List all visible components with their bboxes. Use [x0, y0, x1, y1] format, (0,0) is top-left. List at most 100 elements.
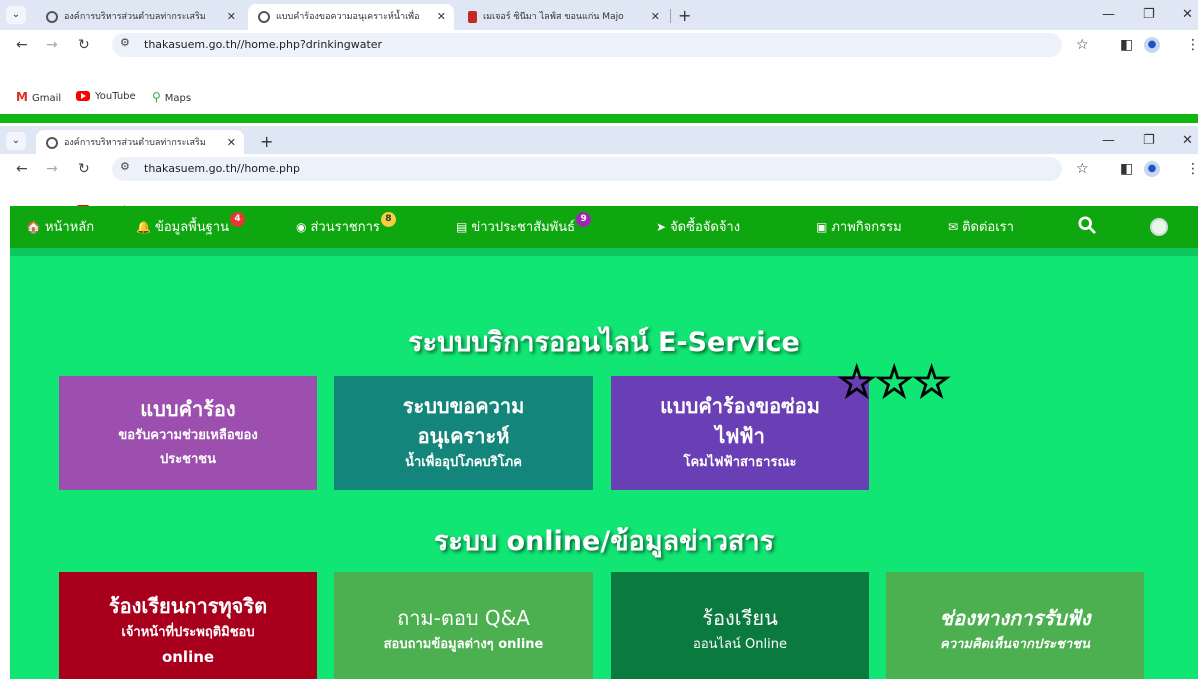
nav-basic-info[interactable]: 🔔 ข้อมูลพื้นฐาน4 [136, 206, 245, 248]
back-icon[interactable]: ← [16, 30, 28, 60]
nav-home[interactable]: 🏠 หน้าหลัก [26, 206, 94, 248]
bookmark-star-icon[interactable]: ☆ [1076, 30, 1089, 60]
tab-search-button[interactable]: ⌄ [6, 6, 26, 24]
badge-count: 4 [230, 212, 245, 227]
eservice-heading: ระบบบริการออนไลน์ E-Service [408, 327, 800, 358]
card-petition[interactable]: แบบคำร้อง ขอรับความช่วยเหลือของ ประชาชน [59, 376, 317, 490]
site-info-icon[interactable]: ⚙ [120, 36, 130, 49]
tab-divider [670, 9, 671, 23]
back-icon[interactable]: ← [16, 154, 28, 184]
avatar[interactable] [1150, 218, 1168, 236]
youtube-icon [76, 91, 90, 101]
url-field[interactable]: ⚙ thakasuem.go.th//home.php?drinkingwate… [112, 33, 1062, 57]
sidepanel-icon[interactable]: ◧ [1120, 30, 1133, 60]
address-bar-second: ← → ↻ ⚙ thakasuem.go.th//home.php ☆ ◧ ● … [0, 154, 1198, 184]
sidepanel-icon[interactable]: ◧ [1120, 154, 1133, 184]
card-subtitle: ความคิดเห็นจากประชาชน [940, 636, 1090, 652]
url-field[interactable]: ⚙ thakasuem.go.th//home.php [112, 157, 1062, 181]
card-complaint-online[interactable]: ร้องเรียน ออนไลน์ Online [611, 572, 869, 679]
restore-icon[interactable]: ❐ [1143, 0, 1155, 30]
card-title: ช่องทางการรับฟัง [939, 605, 1091, 630]
bookmark-star-icon[interactable]: ☆ [1076, 154, 1089, 184]
tab-search-button[interactable]: ⌄ [6, 132, 26, 150]
card-electric-repair[interactable]: แบบคำร้องขอซ่อม ไฟฟ้า โคมไฟฟ้าสาธารณะ [611, 376, 869, 490]
card-feedback-channel[interactable]: ช่องทางการรับฟัง ความคิดเห็นจากประชาชน [886, 572, 1144, 679]
address-bar-top: ← → ↻ ⚙ thakasuem.go.th//home.php?drinki… [0, 30, 1198, 60]
tab-strip-second: ⌄ องค์การบริหารส่วนตำบลท่ากระเสริม ✕ + —… [0, 126, 1198, 156]
profile-icon[interactable]: ● [1144, 161, 1160, 177]
paper-plane-icon: ➤ [656, 220, 667, 234]
card-title: แบบคำร้องขอซ่อม [660, 394, 820, 418]
envelope-icon: ✉ [948, 220, 959, 234]
card-subtitle: สอบถามข้อมูลต่างๆ online [383, 636, 544, 652]
bookmark-youtube[interactable]: YouTube [76, 86, 136, 108]
close-tab-icon[interactable]: ✕ [227, 130, 236, 156]
card-title: ถาม-ตอบ Q&A [397, 605, 530, 630]
maps-icon: ⚲ [152, 90, 161, 104]
minimize-icon[interactable]: — [1102, 0, 1115, 30]
badge-count: 8 [380, 212, 396, 227]
nav-departments[interactable]: ◉ ส่วนราชการ8 [296, 206, 396, 248]
image-icon: ▣ [816, 220, 828, 234]
card-subtitle: โคมไฟฟ้าสาธารณะ [683, 455, 797, 470]
tab-strip-top: ⌄ องค์การบริหารส่วนตำบลท่ากระเสริม ✕ แบบ… [0, 0, 1198, 30]
card-title: ร้องเรียนการทุจริต [108, 593, 268, 618]
close-tab-icon[interactable]: ✕ [227, 4, 236, 30]
site-info-icon[interactable]: ⚙ [120, 160, 130, 173]
profile-icon[interactable]: ● [1144, 37, 1160, 53]
close-window-icon[interactable]: ✕ [1182, 126, 1193, 156]
new-tab-icon[interactable]: + [678, 4, 691, 28]
main-content: ระบบบริการออนไลน์ E-Service แบบคำร้อง ขอ… [10, 248, 1198, 679]
nav-procurement[interactable]: ➤ จัดซื้อจัดจ้าง [656, 206, 740, 248]
nav-news[interactable]: ▤ ข่าวประชาสัมพันธ์9 [456, 206, 592, 248]
menu-dots-icon[interactable]: ⋮ [1186, 30, 1198, 60]
tab-2-active[interactable]: แบบคำร้องขอความอนุเคราะห์น้ำเพื่อ ✕ [248, 4, 454, 30]
globe-icon [46, 136, 58, 149]
card-title: ร้องเรียน [702, 605, 778, 630]
reload-icon[interactable]: ↻ [78, 154, 90, 184]
forward-icon[interactable]: → [46, 154, 58, 184]
bookmark-gmail[interactable]: MGmail [16, 86, 61, 110]
menu-dots-icon[interactable]: ⋮ [1186, 154, 1198, 184]
bell-icon: 🔔 [136, 220, 151, 234]
card-subtitle: ขอรับความช่วยเหลือของ [118, 428, 258, 443]
card-corruption-report[interactable]: ร้องเรียนการทุจริต เจ้าหน้าที่ประพฤติมิช… [59, 572, 317, 679]
card-subtitle: เจ้าหน้าที่ประพฤติมิชอบ [121, 624, 255, 640]
tab-3[interactable]: เมเจอร์ ซินีมา ไลฟ์ส ขอนแก่น Majo ✕ [458, 4, 668, 30]
site-nav-bar: 🏠 หน้าหลัก 🔔 ข้อมูลพื้นฐาน4 ◉ ส่วนราชการ8 ▤… [10, 206, 1198, 248]
user-circle-icon: ◉ [296, 220, 307, 234]
newspaper-icon: ▤ [456, 220, 468, 234]
badge-count: 9 [576, 212, 592, 227]
close-window-icon[interactable]: ✕ [1182, 0, 1193, 30]
close-tab-icon[interactable]: ✕ [437, 4, 446, 30]
minimize-icon[interactable]: — [1102, 126, 1115, 156]
nav-gallery[interactable]: ▣ ภาพกิจกรรม [816, 206, 902, 248]
globe-icon [46, 10, 58, 23]
forward-icon[interactable]: → [46, 30, 58, 60]
home-icon: 🏠 [26, 220, 41, 234]
online-info-heading: ระบบ online/ข้อมูลข่าวสาร [433, 526, 775, 557]
card-qa[interactable]: ถาม-ตอบ Q&A สอบถามข้อมูลต่างๆ online [334, 572, 593, 679]
card-title: แบบคำร้อง [140, 397, 236, 421]
search-icon[interactable] [1078, 216, 1096, 234]
globe-icon [258, 10, 270, 23]
card-title-2: ไฟฟ้า [715, 424, 765, 448]
green-strip [0, 114, 1198, 123]
star-rating-overlay: ☆☆☆ [836, 357, 952, 409]
close-tab-icon[interactable]: ✕ [651, 4, 660, 30]
card-water-request[interactable]: ระบบขอความ อนุเคราะห์ น้ำเพื่ออุปโภคบริโ… [334, 376, 593, 490]
tab-1-active[interactable]: องค์การบริหารส่วนตำบลท่ากระเสริม ✕ [36, 130, 244, 156]
bookmark-maps[interactable]: ⚲Maps [152, 86, 191, 110]
nav-contact[interactable]: ✉ ติดต่อเรา [948, 206, 1014, 248]
card-title-2: อนุเคราะห์ [417, 424, 510, 448]
card-title: ระบบขอความ [402, 394, 525, 418]
card-subtitle: ออนไลน์ Online [693, 636, 787, 652]
card-subtitle: น้ำเพื่ออุปโภคบริโภค [405, 455, 522, 470]
restore-icon[interactable]: ❐ [1143, 126, 1155, 156]
reload-icon[interactable]: ↻ [78, 30, 90, 60]
card-subtitle-2: online [161, 647, 215, 666]
card-subtitle-2: ประชาชน [159, 452, 217, 467]
new-tab-icon[interactable]: + [260, 130, 273, 154]
cinema-icon [468, 10, 477, 23]
tab-1[interactable]: องค์การบริหารส่วนตำบลท่ากระเสริม ✕ [36, 4, 244, 30]
